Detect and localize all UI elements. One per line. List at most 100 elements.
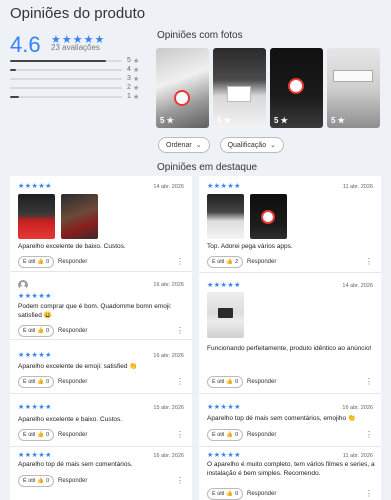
featured-section-title: Opiniões em destaque [157, 162, 258, 173]
review-stars: ★★★★★ [18, 352, 52, 359]
helpful-label: É útil [212, 491, 225, 497]
helpful-button[interactable]: É útil 👍 0 [207, 488, 244, 500]
review-date: 11 abr. 2026 [342, 453, 373, 459]
more-options-icon[interactable]: ⋮ [365, 378, 373, 386]
review-photo[interactable]: 5 ★ [270, 48, 323, 128]
helpful-button[interactable]: É útil 👍 0 [207, 376, 244, 388]
photos-section-title: Opiniões com fotos [157, 30, 243, 41]
device-box-icon [227, 86, 251, 102]
more-options-icon[interactable]: ⋮ [176, 258, 184, 266]
review-photo[interactable]: 5 ★ [327, 48, 380, 128]
qualification-dropdown[interactable]: Qualificação ⌄ [219, 137, 284, 153]
helpful-count: 0 [46, 328, 50, 334]
review-image[interactable] [207, 194, 244, 239]
thumbs-up-icon: 👍 [37, 432, 45, 438]
review-card: ★★★★★ 16 abr. 2026 Aparelho excelente de… [10, 341, 192, 394]
chevron-down-icon: ⌄ [195, 142, 202, 149]
page-title: Opiniões do produto [10, 5, 146, 22]
helpful-count: 0 [46, 379, 50, 385]
review-photo[interactable]: 5 ★ [213, 48, 266, 128]
helpful-count: 0 [235, 432, 239, 438]
reply-link[interactable]: Responder [247, 379, 276, 385]
bar-fill [10, 69, 16, 71]
helpful-button[interactable]: É útil 👍 0 [18, 376, 55, 388]
reply-link[interactable]: Responder [58, 478, 87, 484]
review-date: 14 abr. 2026 [342, 283, 373, 289]
helpful-label: É útil [212, 259, 225, 265]
review-stars: ★★★★★ [207, 183, 241, 190]
reply-link[interactable]: Responder [247, 432, 276, 438]
review-image[interactable] [18, 194, 55, 239]
more-options-icon[interactable]: ⋮ [176, 327, 184, 335]
bar-label: 1 [127, 93, 131, 100]
rating-bar-5[interactable]: 5 ★ [10, 57, 146, 66]
brand-logo-icon [261, 210, 275, 224]
helpful-label: É útil [23, 379, 36, 385]
review-photo[interactable]: 5 ★ [156, 48, 209, 128]
rating-bar-1[interactable]: 1 ★ [10, 93, 146, 102]
photo-rating-tag: 5 ★ [160, 116, 174, 125]
thumbs-up-icon: 👍 [37, 259, 45, 265]
helpful-label: É útil [23, 432, 36, 438]
helpful-button[interactable]: É útil 👍 0 [18, 325, 55, 337]
review-text: Funcionando perfeitamente, produto idênt… [207, 345, 372, 352]
helpful-count: 0 [235, 379, 239, 385]
review-card: ★★★★★ 11 abr. 2026 O aparelho é muito co… [199, 448, 381, 500]
review-stars: ★★★★★ [207, 404, 241, 411]
bar-label: 2 [127, 84, 131, 91]
order-dropdown[interactable]: Ordenar ⌄ [158, 137, 210, 153]
review-text: Podem comprar que é bom. Quadomme bomn e… [18, 303, 172, 319]
review-card: ★★★★★ 14 abr. 2026 Aparelho excelente de… [10, 176, 192, 272]
helpful-button[interactable]: É útil 👍 0 [207, 429, 244, 441]
review-image[interactable] [207, 292, 244, 338]
review-date: 11 abr. 2026 [342, 184, 373, 190]
reply-link[interactable]: Responder [58, 379, 87, 385]
rating-bar-2[interactable]: 2 ★ [10, 84, 146, 93]
more-options-icon[interactable]: ⋮ [365, 431, 373, 439]
bar-label: 3 [127, 75, 131, 82]
reviews-column-left: ★★★★★ 14 abr. 2026 Aparelho excelente de… [10, 176, 192, 500]
reply-link[interactable]: Responder [58, 328, 87, 334]
review-text: O aparelho é muito completo, tem vários … [207, 461, 375, 477]
helpful-count: 2 [235, 259, 239, 265]
rating-bar-4[interactable]: 4 ★ [10, 66, 146, 75]
helpful-button[interactable]: É útil 👍 0 [18, 256, 55, 268]
thumbs-up-icon: 👍 [226, 379, 234, 385]
more-options-icon[interactable]: ⋮ [365, 490, 373, 498]
reply-link[interactable]: Responder [247, 491, 276, 497]
review-date: 16 abr. 2026 [153, 453, 184, 459]
review-text: Aparelho excelente de baixo. Custos. [18, 243, 126, 250]
review-image[interactable] [61, 194, 98, 239]
helpful-label: É útil [23, 478, 36, 484]
helpful-button[interactable]: É útil 👍 0 [18, 475, 55, 487]
helpful-button[interactable]: É útil 👍 2 [207, 256, 244, 268]
thumbs-up-icon: 👍 [37, 478, 45, 484]
review-text: Aparelho top dé mais sem comentários. [18, 461, 133, 468]
photo-rating-tag: 5 ★ [274, 116, 288, 125]
rating-score: 4.6 [10, 32, 41, 57]
helpful-button[interactable]: É útil 👍 0 [18, 429, 55, 441]
more-options-icon[interactable]: ⋮ [365, 258, 373, 266]
review-text: Aparelho excelente de emoji: satisfied 👏 [18, 363, 138, 370]
review-card: ★★★★★ 16 abr. 2026 Aparelho top dé mais … [199, 395, 381, 447]
qualification-label: Qualificação [227, 141, 267, 149]
reply-link[interactable]: Responder [247, 259, 276, 265]
review-date: 16 abr. 2026 [153, 282, 184, 288]
thumbs-up-icon: 👍 [226, 259, 234, 265]
review-text: Aparelho top dé mais sem comentários, em… [207, 415, 356, 422]
review-date: 16 abr. 2026 [153, 353, 184, 359]
reply-link[interactable]: Responder [58, 432, 87, 438]
reply-link[interactable]: Responder [58, 259, 87, 265]
bar-fill [10, 60, 107, 62]
more-options-icon[interactable]: ⋮ [176, 477, 184, 485]
review-image[interactable] [250, 194, 287, 239]
order-label: Ordenar [166, 141, 192, 149]
helpful-label: É útil [212, 379, 225, 385]
more-options-icon[interactable]: ⋮ [176, 431, 184, 439]
more-options-icon[interactable]: ⋮ [176, 378, 184, 386]
rating-bar-3[interactable]: 3 ★ [10, 75, 146, 84]
photo-rating-tag: 5 ★ [331, 116, 345, 125]
helpful-count: 0 [235, 491, 239, 497]
helpful-label: É útil [23, 328, 36, 334]
review-date: 15 abr. 2026 [153, 405, 184, 411]
